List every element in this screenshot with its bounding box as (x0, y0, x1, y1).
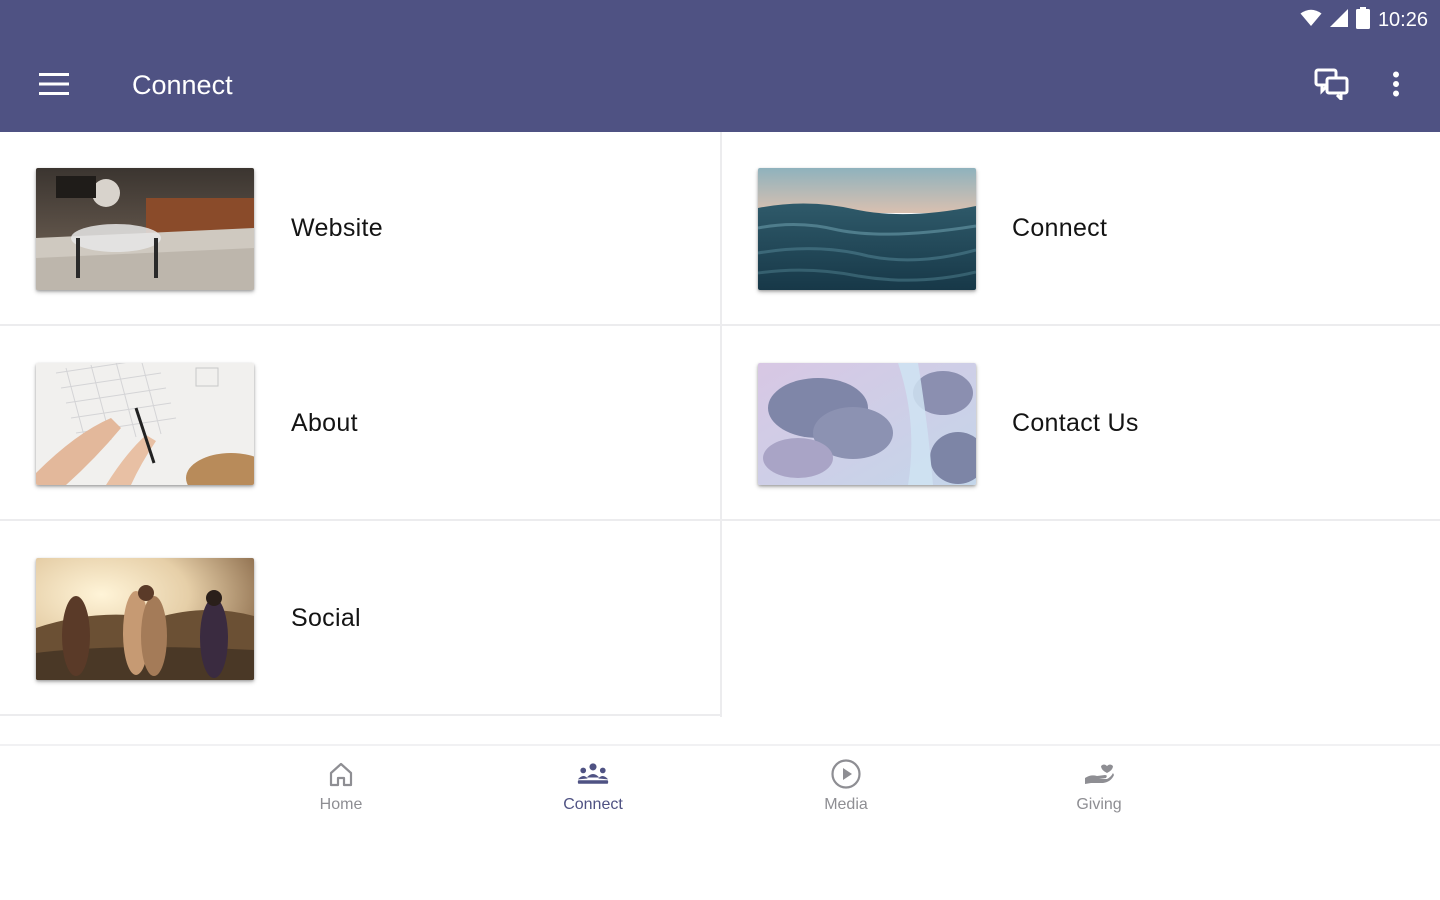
more-vert-icon (1392, 71, 1400, 102)
tile-label: Connect (1012, 214, 1108, 242)
chat-button[interactable] (1308, 64, 1356, 108)
tile-connect[interactable]: Connect (720, 132, 1440, 326)
friends-sunset-photo (36, 558, 254, 680)
nav-home[interactable]: Home (271, 758, 411, 828)
home-icon (325, 758, 357, 790)
people-icon (577, 758, 609, 790)
giving-hand-icon (1083, 758, 1115, 790)
nav-label: Connect (563, 796, 623, 813)
nav-connect[interactable]: Connect (523, 758, 663, 828)
toolbar: Connect (0, 40, 1440, 132)
nav-label: Media (824, 796, 868, 813)
page-title: Connect (132, 70, 233, 100)
battery-icon (1355, 6, 1370, 34)
hamburger-menu-icon (39, 72, 69, 100)
play-circle-icon (830, 758, 862, 790)
pastel-clouds-photo (758, 363, 976, 485)
tile-website[interactable]: Website (0, 132, 720, 326)
nav-giving[interactable]: Giving (1029, 758, 1169, 828)
tile-contact-us[interactable]: Contact Us (720, 327, 1440, 521)
wifi-icon (1300, 9, 1322, 32)
chat-icon (1314, 68, 1350, 105)
tile-social[interactable]: Social (0, 522, 720, 716)
app-bar: 10:26 Connect (0, 0, 1440, 132)
cell-signal-icon (1329, 8, 1348, 32)
more-options-button[interactable] (1376, 64, 1416, 108)
tile-label: Contact Us (1012, 409, 1139, 437)
status-time: 10:26 (1377, 8, 1428, 31)
status-bar: 10:26 (1300, 6, 1428, 34)
bottom-navigation: Home Connect Media Giving (0, 744, 1440, 844)
tile-about[interactable]: About (0, 327, 720, 521)
nav-label: Home (319, 796, 363, 813)
connect-grid: Website Connect About Contact Us Social (0, 132, 1440, 717)
nav-label: Giving (1076, 796, 1122, 813)
living-room-photo (36, 168, 254, 290)
tile-label: Website (291, 214, 383, 242)
tile-label: Social (291, 604, 361, 632)
ocean-waves-photo (758, 168, 976, 290)
menu-button[interactable] (28, 68, 80, 104)
tile-label: About (291, 409, 358, 437)
nav-media[interactable]: Media (776, 758, 916, 828)
hands-writing-photo (36, 363, 254, 485)
